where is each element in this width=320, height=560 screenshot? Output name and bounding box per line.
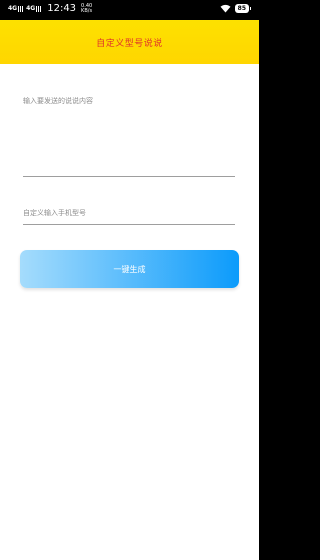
main-content: 输入要发送的说说内容 自定义输入手机型号 一键生成 bbox=[0, 64, 259, 560]
status-bar: 4G 4G 12:43 0.40 KB/s 85 bbox=[0, 0, 259, 20]
generate-button[interactable]: 一键生成 bbox=[20, 250, 239, 288]
status-bar-right: 85 bbox=[220, 4, 252, 13]
signal-icon: 4G bbox=[8, 5, 24, 12]
model-input[interactable]: 自定义输入手机型号 bbox=[23, 208, 86, 218]
generate-button-label: 一键生成 bbox=[113, 264, 146, 274]
network-speed: 0.40 KB/s bbox=[81, 3, 93, 14]
clock: 12:43 bbox=[47, 3, 77, 14]
content-input[interactable]: 输入要发送的说说内容 bbox=[23, 96, 93, 106]
network-speed-unit: KB/s bbox=[81, 7, 93, 14]
wifi-icon bbox=[220, 4, 231, 13]
battery-icon: 85 bbox=[234, 4, 252, 13]
status-bar-left: 4G 4G 12:43 0.40 KB/s bbox=[8, 3, 92, 14]
content-input-underline bbox=[23, 176, 235, 177]
page-title: 自定义型号说说 bbox=[96, 38, 163, 49]
signal-icon: 4G bbox=[26, 5, 42, 12]
model-input-underline bbox=[23, 224, 235, 225]
battery-level: 85 bbox=[237, 5, 246, 12]
app-bar: 自定义型号说说 bbox=[0, 20, 259, 64]
